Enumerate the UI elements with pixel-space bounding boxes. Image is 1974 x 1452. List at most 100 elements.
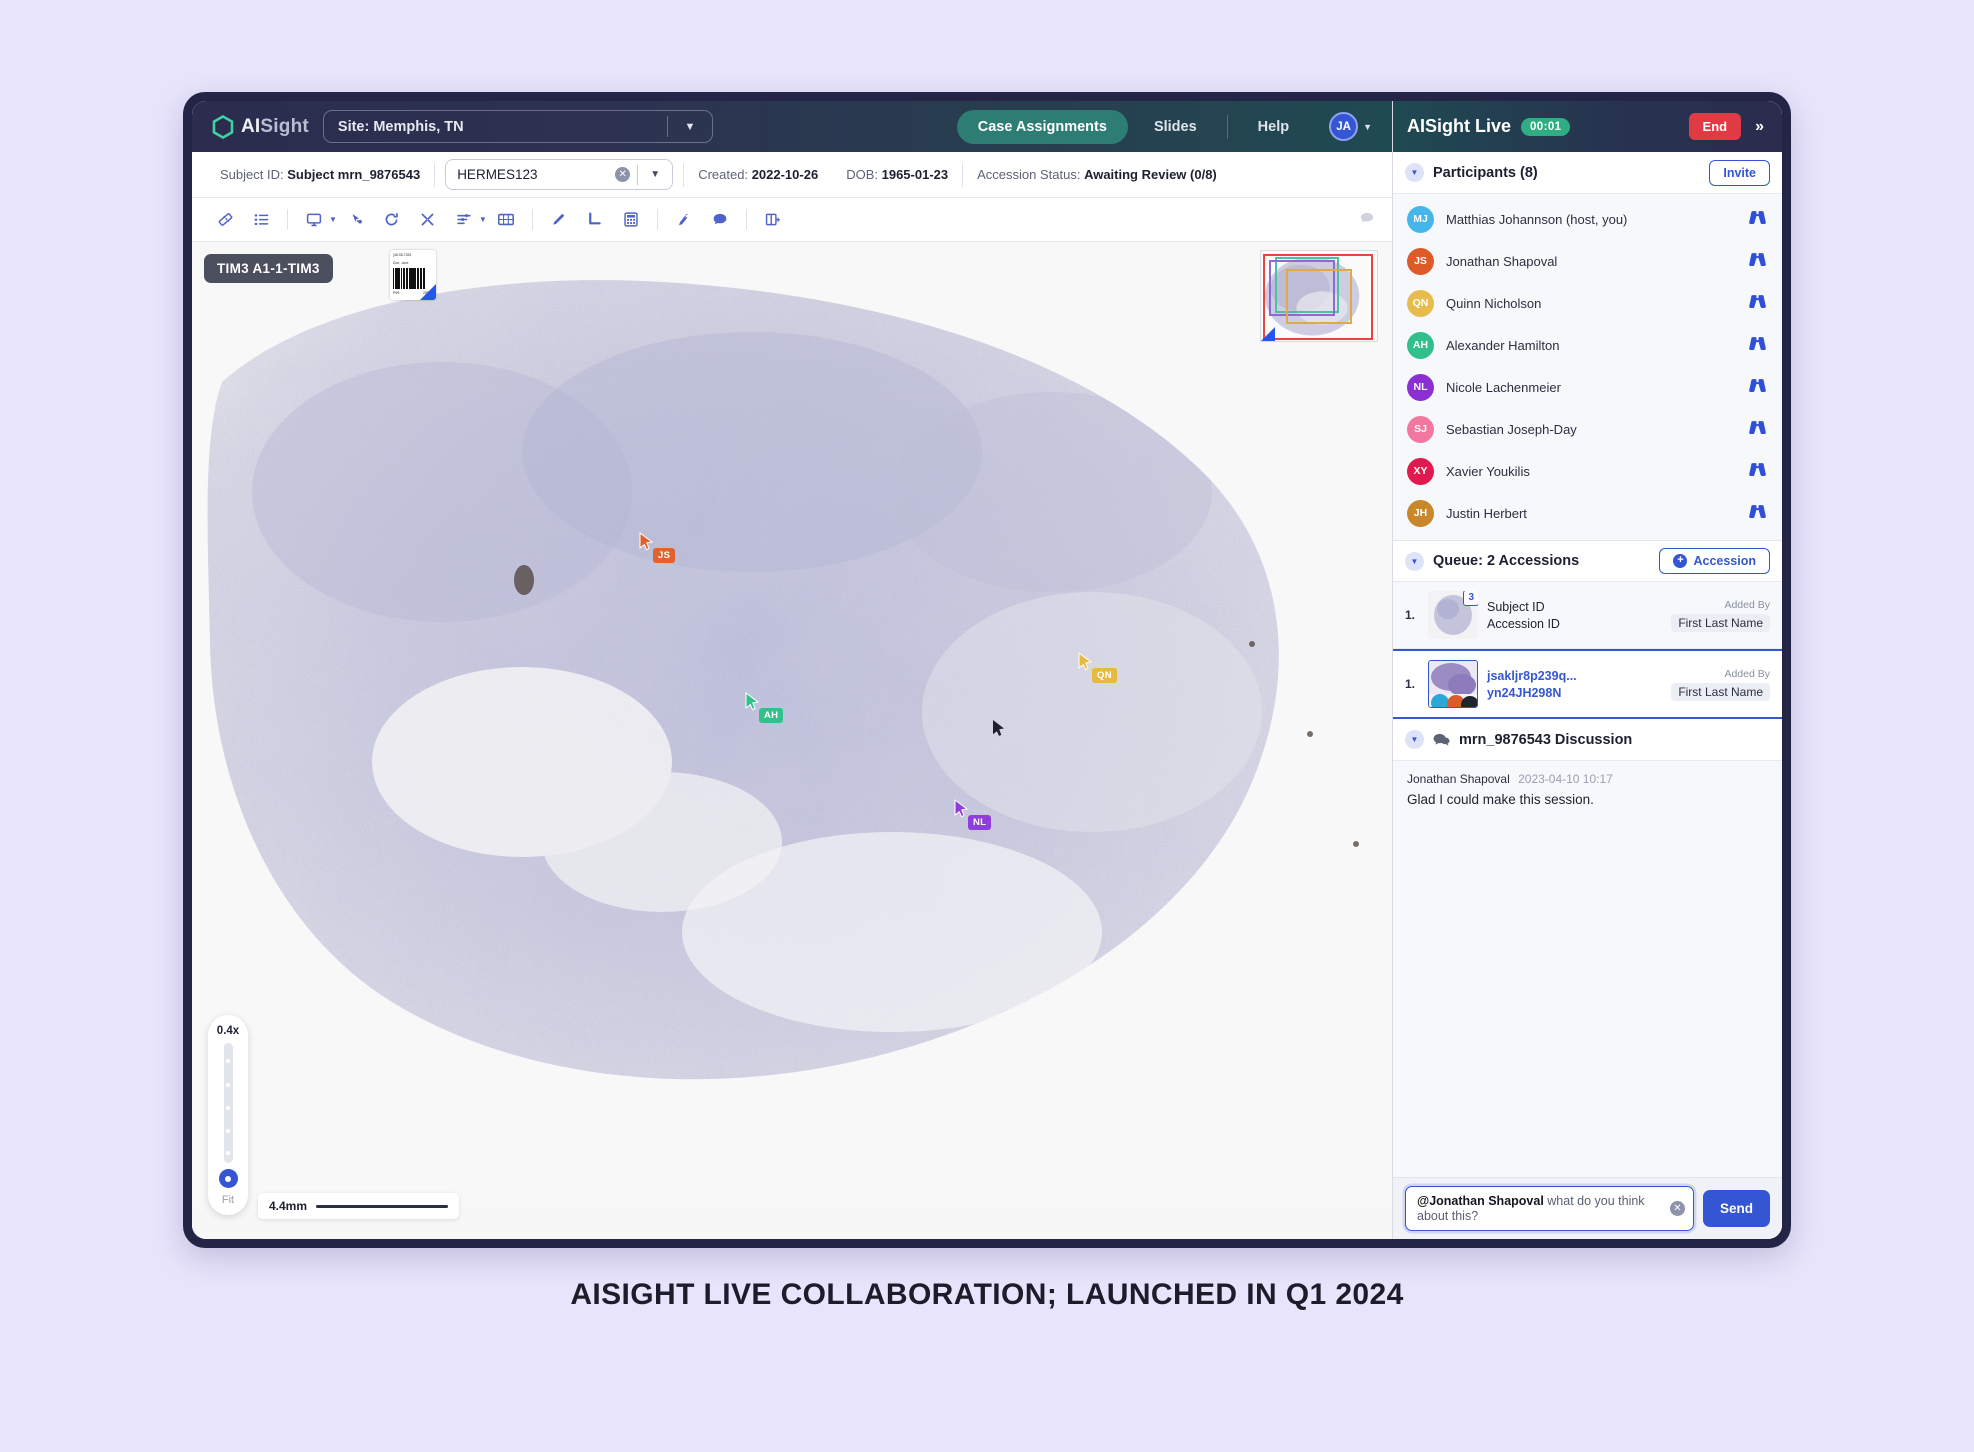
zoom-slider-control[interactable]: 0.4x Fit: [208, 1015, 248, 1215]
binoculars-icon[interactable]: [1748, 378, 1768, 397]
participant-name: Matthias Johannson (host, you): [1446, 211, 1628, 227]
annotation-ruler-icon[interactable]: [208, 205, 242, 235]
slide-canvas[interactable]: TIM3 A1-1-TIM3 [48-98-7283 Doe, Jane P99…: [192, 242, 1392, 1239]
queue-thumbnail[interactable]: 3: [1428, 591, 1478, 639]
discussion-thread[interactable]: Jonathan Shapoval 2023-04-10 10:17 Glad …: [1393, 761, 1782, 1177]
table-row[interactable]: 1. 3 Subject ID Accession ID Added By Fi…: [1393, 582, 1782, 649]
list-item[interactable]: JH Justin Herbert: [1393, 492, 1782, 534]
binoculars-icon[interactable]: [1748, 420, 1768, 439]
participants-title: Participants (8): [1433, 164, 1538, 181]
viewer-toolbar: ▼ ▼: [192, 198, 1392, 242]
barcode-foot-left: P99: [393, 290, 400, 295]
monitor-display-icon[interactable]: [297, 205, 331, 235]
list-item[interactable]: MJ Matthias Johannson (host, you): [1393, 198, 1782, 240]
nav-divider: [1226, 114, 1228, 139]
user-menu[interactable]: JA ▼: [1329, 112, 1372, 141]
pen-annotate-icon[interactable]: [667, 205, 701, 235]
tab-case-assignments[interactable]: Case Assignments: [956, 109, 1128, 144]
list-item[interactable]: JS Jonathan Shapoval: [1393, 240, 1782, 282]
binoculars-icon[interactable]: [1748, 294, 1768, 313]
chevron-down-icon[interactable]: ▼: [1405, 551, 1424, 571]
binoculars-icon[interactable]: [1748, 210, 1768, 229]
accession-status-label: Accession Status:: [977, 167, 1081, 182]
list-item[interactable]: SJ Sebastian Joseph-Day: [1393, 408, 1782, 450]
added-by-label: Added By: [1724, 667, 1770, 680]
chevron-down-icon[interactable]: ▼: [638, 169, 672, 180]
toolbar-divider: [287, 209, 288, 230]
queue-row-number: 1.: [1405, 677, 1416, 691]
participant-name: Nicole Lachenmeier: [1446, 379, 1561, 395]
fullscreen-expand-icon[interactable]: [411, 205, 445, 235]
zoom-slider-track[interactable]: [223, 1043, 233, 1163]
chevron-down-icon[interactable]: ▼: [329, 215, 337, 224]
zoom-fit-label[interactable]: Fit: [222, 1194, 234, 1206]
end-session-button[interactable]: End: [1688, 113, 1742, 140]
tab-slides[interactable]: Slides: [1132, 119, 1219, 135]
queue-subject-id[interactable]: jsakljr8p239q...: [1487, 669, 1662, 683]
cursor-pointer-icon: [745, 692, 760, 716]
scale-bar-line: [316, 1204, 449, 1208]
message-composer: @Jonathan Shapoval what do you think abo…: [1393, 1177, 1782, 1239]
binoculars-icon[interactable]: [1748, 504, 1768, 523]
ruler-measure-icon[interactable]: [542, 205, 576, 235]
site-selector[interactable]: Site: Memphis, TN ▼: [322, 110, 713, 143]
list-item[interactable]: NL Nicole Lachenmeier: [1393, 366, 1782, 408]
clear-icon[interactable]: ✕: [615, 167, 631, 182]
barcode-text-line2: Doe, Jane: [393, 260, 409, 265]
cursor-pointer-icon: [639, 532, 654, 556]
clear-icon[interactable]: ✕: [1669, 1201, 1685, 1216]
chevron-down-icon[interactable]: ▼: [1405, 730, 1424, 749]
queue-thumbnail[interactable]: [1428, 660, 1478, 708]
split-panel-icon[interactable]: [756, 205, 790, 235]
list-item[interactable]: XY Xavier Youkilis: [1393, 450, 1782, 492]
slide-viewer-column: AISight Site: Memphis, TN ▼ Case Assignm…: [192, 101, 1392, 1239]
add-accession-button[interactable]: + Accession: [1659, 548, 1770, 574]
angle-measure-icon[interactable]: [578, 205, 612, 235]
calculator-icon[interactable]: [614, 205, 648, 235]
top-navigation-bar: AISight Site: Memphis, TN ▼ Case Assignm…: [192, 101, 1392, 152]
case-metadata-bar: Subject ID: Subject mrn_9876543 HERMES12…: [192, 152, 1392, 198]
created-field: Created: 2022-10-26: [684, 167, 832, 182]
binoculars-icon[interactable]: [1748, 462, 1768, 481]
tab-help[interactable]: Help: [1236, 119, 1311, 135]
dob-field: DOB: 1965-01-23: [832, 167, 962, 182]
list-item[interactable]: QN Quinn Nicholson: [1393, 282, 1782, 324]
chevron-down-icon[interactable]: ▼: [668, 121, 712, 133]
queue-accession-id[interactable]: yn24JH298N: [1487, 686, 1662, 700]
binoculars-icon[interactable]: [1748, 252, 1768, 271]
share-pointer-icon[interactable]: [339, 205, 373, 235]
site-selector-value: Site: Memphis, TN: [337, 118, 464, 135]
added-by-label: Added By: [1724, 598, 1770, 611]
grid-overlay-icon[interactable]: [489, 205, 523, 235]
collapse-panel-icon[interactable]: »: [1751, 118, 1768, 136]
chevron-down-icon[interactable]: ▼: [1405, 163, 1424, 182]
invite-button[interactable]: Invite: [1709, 159, 1770, 186]
toolbar-overflow-icon[interactable]: [1358, 209, 1376, 231]
binoculars-icon[interactable]: [1748, 336, 1768, 355]
live-panel-title: AISight Live: [1407, 116, 1512, 136]
barcode-text-line1: [48-98-7283: [393, 253, 412, 257]
list-view-icon[interactable]: [244, 205, 278, 235]
rotate-icon[interactable]: [375, 205, 409, 235]
accession-id-input[interactable]: HERMES123 ✕ ▼: [445, 159, 674, 190]
zoom-slider-handle[interactable]: [218, 1169, 238, 1188]
avatar: AH: [1407, 331, 1434, 359]
avatar: JS: [1407, 247, 1434, 275]
filter-sliders-icon[interactable]: [447, 205, 481, 235]
table-row[interactable]: 1. jsakljr8p239q... yn24JH298N Added By …: [1393, 649, 1782, 719]
top-nav-links: Case Assignments Slides Help JA ▼: [956, 109, 1378, 144]
plus-icon: +: [1673, 554, 1688, 568]
send-button[interactable]: Send: [1702, 1190, 1770, 1227]
session-timer: 00:01: [1521, 117, 1571, 136]
cursor-label: QN: [1092, 668, 1117, 683]
slide-label-chip: TIM3 A1-1-TIM3: [204, 254, 333, 283]
slide-minimap[interactable]: [1260, 250, 1378, 342]
list-item[interactable]: AH Alexander Hamilton: [1393, 324, 1782, 366]
hexagon-logo-icon: [212, 114, 234, 139]
chevron-down-icon[interactable]: ▼: [479, 215, 487, 224]
comment-bubble-icon[interactable]: [703, 205, 737, 235]
message-input[interactable]: @Jonathan Shapoval what do you think abo…: [1405, 1186, 1694, 1231]
logo-ai: AI: [241, 115, 261, 137]
slide-barcode-thumbnail[interactable]: [48-98-7283 Doe, Jane P99 20031: [390, 250, 436, 300]
mention-token: @Jonathan Shapoval: [1417, 1193, 1544, 1208]
